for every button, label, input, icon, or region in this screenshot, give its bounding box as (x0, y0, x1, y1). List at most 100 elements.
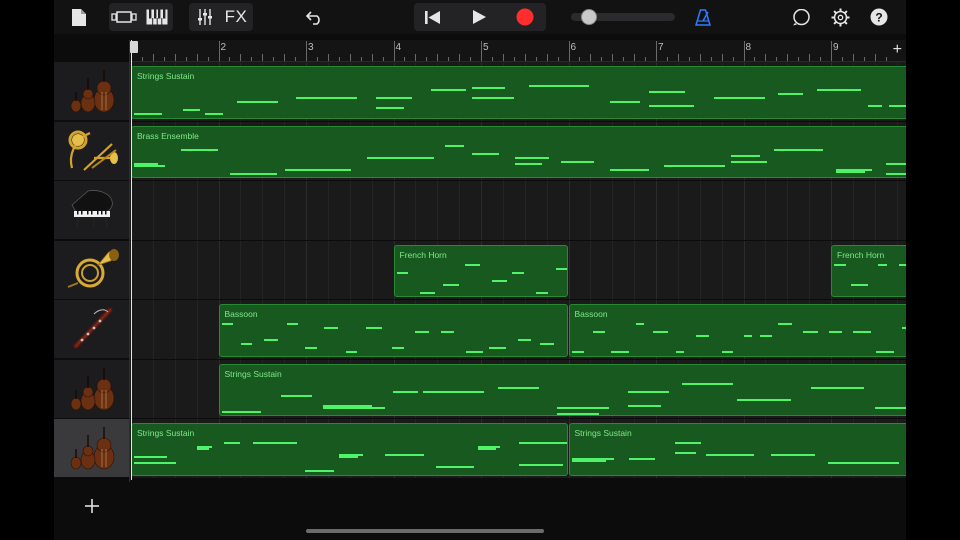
midi-note (721, 351, 733, 353)
fx-button[interactable]: FX (222, 3, 250, 31)
ruler-tick (481, 41, 482, 61)
grid-line (896, 181, 898, 240)
track-lane[interactable] (130, 181, 906, 241)
region[interactable]: Strings Sustain (218, 363, 906, 416)
midi-note (737, 398, 791, 401)
ruler-tick (666, 57, 668, 61)
midi-note (204, 113, 224, 115)
grid-line (590, 240, 592, 299)
midi-note (134, 162, 159, 165)
track-lane[interactable]: French Horn French Horn (130, 240, 906, 300)
midi-note (488, 347, 507, 349)
region[interactable]: French Horn (831, 244, 906, 297)
midi-note (759, 335, 772, 337)
track-view-icon[interactable] (110, 3, 140, 31)
track-lane[interactable]: Bassoon Bassoon (130, 300, 906, 360)
region[interactable]: Bassoon (218, 304, 568, 357)
loop-browser-icon[interactable] (787, 3, 815, 31)
mixer-icon[interactable] (192, 3, 218, 31)
go-to-beginning-icon[interactable] (417, 3, 447, 31)
playhead[interactable] (131, 40, 132, 480)
track-header[interactable] (54, 62, 129, 121)
ruler-tick (874, 54, 876, 61)
ruler-tick (470, 57, 472, 61)
metronome-icon[interactable] (689, 3, 717, 31)
midi-note (305, 470, 335, 472)
french-horn-icon (64, 247, 120, 293)
midi-note (828, 462, 899, 464)
grid-line (721, 181, 723, 240)
ruler-tick (841, 57, 843, 61)
settings-icon[interactable] (826, 3, 854, 31)
region[interactable]: Strings Sustain (131, 66, 906, 119)
midi-note (770, 454, 816, 456)
midi-note (223, 442, 241, 444)
bar-number: 8 (745, 42, 752, 53)
midi-note (134, 462, 176, 464)
master-volume-slider[interactable] (571, 9, 675, 25)
playhead-handle[interactable] (130, 41, 138, 53)
grid-line (174, 181, 176, 240)
add-section-button[interactable]: + (893, 41, 902, 59)
midi-note (284, 168, 352, 171)
midi-note (443, 283, 460, 286)
grid-line (765, 181, 767, 240)
midi-note (478, 448, 496, 450)
undo-icon[interactable] (301, 3, 329, 31)
midi-note (471, 152, 499, 155)
keyboard-icon[interactable] (143, 3, 171, 31)
midi-note (264, 339, 279, 341)
bar-number: 2 (220, 42, 227, 53)
add-track-button[interactable] (54, 482, 129, 530)
grid-line (196, 181, 198, 240)
region[interactable]: French Horn (393, 244, 568, 297)
midi-note (868, 105, 883, 107)
track-header[interactable] (54, 181, 129, 240)
record-icon[interactable] (510, 3, 540, 31)
track-header[interactable] (54, 419, 129, 478)
region[interactable]: Bassoon (568, 304, 906, 357)
grid-line (874, 181, 876, 240)
region[interactable]: Strings Sustain (131, 423, 568, 476)
midi-note (730, 160, 768, 163)
grid-line (152, 181, 154, 240)
midi-note (518, 339, 531, 341)
help-icon[interactable]: ? (865, 3, 893, 31)
bar-number: 7 (658, 42, 664, 53)
ruler-tick (645, 57, 647, 61)
midi-note (773, 148, 823, 151)
grid-line (371, 240, 373, 299)
ruler-tick (732, 57, 734, 61)
region[interactable]: Strings Sustain (568, 423, 906, 476)
ruler-tick (513, 57, 515, 61)
ruler-tick (295, 57, 297, 61)
midi-note (472, 97, 514, 99)
midi-note (695, 335, 710, 337)
brass-icon (64, 128, 120, 174)
ruler-tick (524, 54, 526, 61)
ruler-tick (535, 57, 537, 61)
midi-note (472, 87, 506, 89)
ruler-tick (590, 54, 592, 61)
my-songs-icon[interactable] (66, 3, 92, 31)
timeline-ruler[interactable]: + 123456789 (130, 40, 906, 62)
midi-note (803, 331, 819, 333)
grid-line (174, 359, 176, 418)
track-header[interactable] (54, 300, 129, 359)
track-header[interactable] (54, 121, 129, 181)
track-lane[interactable]: Strings Sustain Strings Sustain (130, 419, 906, 479)
ruler-tick (327, 54, 329, 61)
region[interactable]: Brass Ensemble (131, 125, 906, 178)
play-icon[interactable] (464, 3, 494, 31)
grand-piano-icon (64, 187, 120, 233)
track-header[interactable] (54, 359, 129, 419)
master-volume-knob[interactable] (580, 9, 597, 25)
home-indicator (306, 529, 544, 533)
track-lane[interactable]: Brass Ensemble (130, 121, 906, 181)
track-lane[interactable]: Strings Sustain (130, 62, 906, 122)
track-header[interactable] (54, 240, 129, 300)
grid-line (852, 181, 854, 240)
midi-note (835, 170, 865, 173)
ruler-tick (601, 57, 603, 61)
track-lane[interactable]: Strings Sustain (130, 359, 906, 419)
